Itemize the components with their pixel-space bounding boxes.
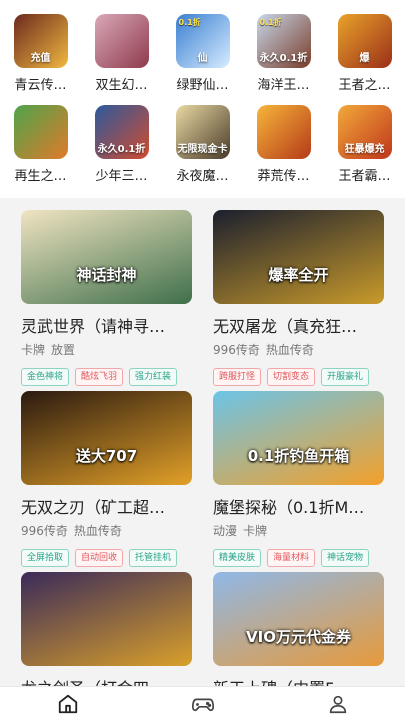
game-title: 灵武世界（请神寻… xyxy=(21,317,166,336)
genre-label: 996传奇 xyxy=(21,524,68,538)
app-badge: 0.1折 xyxy=(178,18,201,27)
app-thumbnail: 0.1折仙 xyxy=(175,14,230,68)
feature-tag: 海量材料 xyxy=(267,549,316,567)
feature-tags: 跨服打怪 切割变态 开服豪礼 xyxy=(213,368,393,386)
game-genres: 996传奇 热血传奇 xyxy=(213,341,393,358)
game-card[interactable]: VIO万元代金券新天上碑（内置5… xyxy=(213,572,393,699)
banner-text: 神话封神 xyxy=(76,266,137,284)
app-item[interactable]: 无限现金卡永夜魔… xyxy=(162,105,243,184)
game-genres: 动漫 卡牌 xyxy=(213,522,393,539)
game-title: 无双之刃（矿工超… xyxy=(21,498,166,517)
game-card[interactable]: 神话封神灵武世界（请神寻… 卡牌 放置金色神将 酷炫飞羽 强力红装 xyxy=(21,210,201,386)
app-name: 再生之… xyxy=(14,169,67,184)
app-name: 少年三… xyxy=(95,169,148,184)
genre-label: 热血传奇 xyxy=(73,524,122,538)
app-caption: 永久0.1折 xyxy=(97,144,146,155)
game-card[interactable]: 送大707 无双之刃（矿工超… 996传奇 热血传奇 全屏拾取 自动回收 托管挂机 xyxy=(21,391,201,567)
app-caption: 永久0.1折 xyxy=(259,53,308,64)
app-name: 绿野仙… xyxy=(176,78,229,93)
game-banner[interactable]: 爆率全开 xyxy=(213,210,384,304)
app-name: 王者霸… xyxy=(338,169,391,184)
recent-games-grid: 充值 青云传… 双生幻… 0.1折仙绿野仙… 0.1折 永久0.1折 海洋王… 爆王者之… 再生… xyxy=(0,14,405,184)
profile-icon xyxy=(329,695,346,713)
app-name: 永夜魔… xyxy=(176,169,229,184)
feature-tag: 跨服打怪 xyxy=(213,368,262,386)
genre-label: 卡牌 xyxy=(243,524,268,538)
app-caption: 爆 xyxy=(359,53,370,64)
banner-text: 送大707 xyxy=(75,447,138,465)
nav-profile[interactable] xyxy=(270,687,405,720)
app-caption: 狂暴爆充 xyxy=(344,144,385,155)
app-caption: 充值 xyxy=(30,53,51,64)
app-thumbnail xyxy=(13,105,68,159)
app-item[interactable]: 狂暴爆充王者霸… xyxy=(324,105,405,184)
banner-text: 爆率全开 xyxy=(268,266,329,284)
app-name: 莽荒传… xyxy=(257,169,310,184)
game-card[interactable]: 0.1折钓鱼开箱魔堡探秘（0.1折M… 动漫 卡牌精美皮肤 海量材料 神话宠物 xyxy=(213,391,393,567)
app-item[interactable]: 再生之… xyxy=(0,105,81,184)
feature-tag: 全屏拾取 xyxy=(21,549,70,567)
game-banner[interactable] xyxy=(21,572,192,666)
app-item[interactable]: 双生幻… xyxy=(81,14,162,93)
feature-tags: 金色神将 酷炫飞羽 强力红装 xyxy=(21,368,201,386)
app-caption: 无限现金卡 xyxy=(177,144,228,155)
home-icon xyxy=(58,694,77,713)
feature-tag: 切割变态 xyxy=(267,368,316,386)
gamepad-icon xyxy=(191,698,214,711)
game-title: 魔堡探秘（0.1折M… xyxy=(213,498,365,517)
game-title: 无双屠龙（真充狂… xyxy=(213,317,358,336)
feature-tags: 全屏拾取 自动回收 托管挂机 xyxy=(21,549,201,567)
game-banner[interactable]: 神话封神 xyxy=(21,210,192,304)
app-thumbnail: 0.1折永久0.1折 xyxy=(256,14,311,68)
app-thumbnail: 永久0.1折 xyxy=(94,105,149,159)
game-card[interactable]: 爆率全开 无双屠龙（真充狂… 996传奇 热血传奇 跨服打怪 切割变态 开服豪礼 xyxy=(213,210,393,386)
game-banner[interactable]: 0.1折钓鱼开箱 xyxy=(213,391,384,485)
genre-label: 放置 xyxy=(51,343,76,357)
app-name: 青云传… xyxy=(14,78,67,93)
banner-text: VIO万元代金券 xyxy=(246,628,351,646)
app-item[interactable]: 莽荒传… xyxy=(243,105,324,184)
banner-text: 0.1折钓鱼开箱 xyxy=(247,447,350,465)
feature-tag: 开服豪礼 xyxy=(321,368,370,386)
app-thumbnail: 狂暴爆充 xyxy=(337,105,392,159)
feature-tag: 酷炫飞羽 xyxy=(75,368,124,386)
bottom-nav xyxy=(0,686,405,720)
app-thumbnail xyxy=(256,105,311,159)
app-name: 海洋王… xyxy=(257,78,310,93)
genre-label: 热血传奇 xyxy=(265,343,314,357)
game-banner[interactable]: 送大707 xyxy=(21,391,192,485)
game-genres: 卡牌 放置 xyxy=(21,341,201,358)
genre-label: 动漫 xyxy=(213,524,238,538)
app-item[interactable]: 0.1折仙绿野仙… xyxy=(162,14,243,93)
nav-home[interactable] xyxy=(0,687,135,720)
app-item[interactable]: 0.1折永久0.1折海洋王… xyxy=(243,14,324,93)
feature-tag: 强力红装 xyxy=(129,368,178,386)
app-thumbnail: 无限现金卡 xyxy=(175,105,230,159)
app-name: 双生幻… xyxy=(95,78,148,93)
feature-tag: 神话宠物 xyxy=(321,549,370,567)
genre-label: 卡牌 xyxy=(21,343,46,357)
app-name: 王者之… xyxy=(338,78,391,93)
app-caption: 仙 xyxy=(197,53,208,64)
app-item[interactable]: 爆王者之… xyxy=(324,14,405,93)
game-card[interactable]: 龙之剑圣（打金四… xyxy=(21,572,201,699)
app-item[interactable]: 永久0.1折少年三… xyxy=(81,105,162,184)
feature-tag: 自动回收 xyxy=(75,549,124,567)
genre-label: 996传奇 xyxy=(213,343,260,357)
app-thumbnail: 爆 xyxy=(337,14,392,68)
recent-games-panel: 充值 青云传… 双生幻… 0.1折仙绿野仙… 0.1折 永久0.1折 海洋王… 爆王者之… 再生… xyxy=(0,0,405,198)
nav-games[interactable] xyxy=(135,687,270,720)
app-item[interactable]: 充值青云传… xyxy=(0,14,81,93)
feature-tags: 精美皮肤 海量材料 神话宠物 xyxy=(213,549,393,567)
app-thumbnail: 充值 xyxy=(13,14,68,68)
feature-tag: 金色神将 xyxy=(21,368,70,386)
game-banner[interactable]: VIO万元代金券 xyxy=(213,572,384,666)
app-thumbnail xyxy=(94,14,149,68)
game-genres: 996传奇 热血传奇 xyxy=(21,522,201,539)
feature-tag: 精美皮肤 xyxy=(213,549,262,567)
feature-tag: 托管挂机 xyxy=(129,549,178,567)
app-badge: 0.1折 xyxy=(259,18,282,27)
